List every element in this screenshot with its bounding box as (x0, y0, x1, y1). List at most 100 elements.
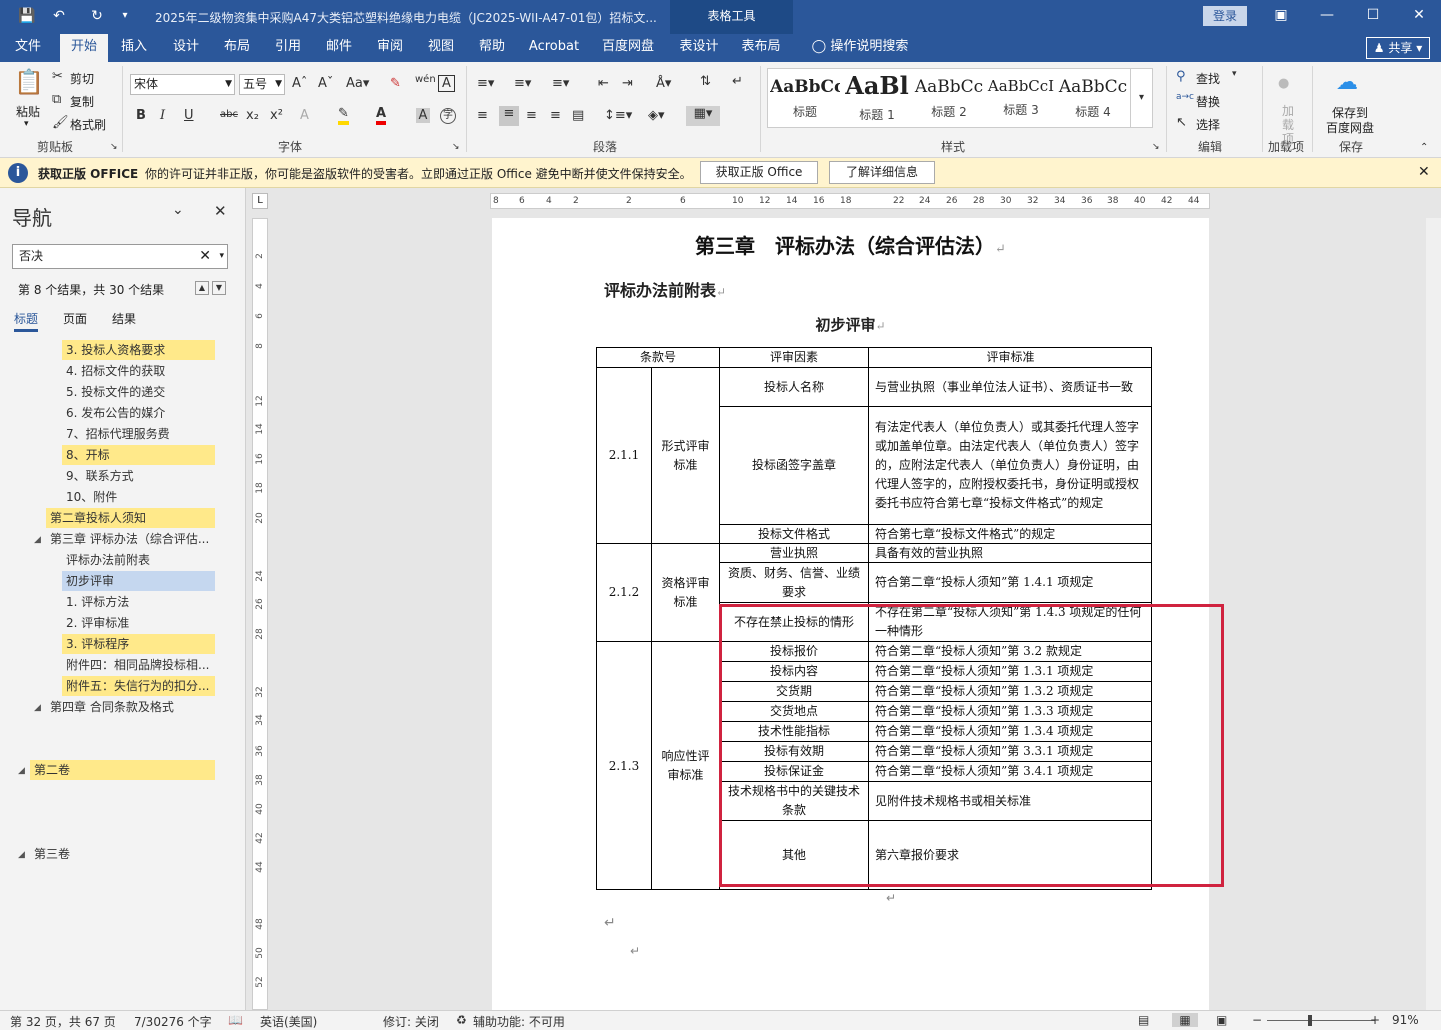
save-icon[interactable]: 💾 (16, 6, 38, 26)
tab-pages[interactable]: 页面 (63, 310, 87, 327)
nav-heading-item[interactable]: 3. 投标人资格要求 (62, 340, 215, 360)
chinese-layout-icon[interactable]: Å▾ (656, 76, 671, 91)
vertical-ruler[interactable]: 2 4 6 8 12 14 16 18 20 24 26 28 32 34 36… (252, 218, 268, 1010)
previous-result-icon[interactable]: ▲ (195, 281, 209, 295)
vertical-scrollbar[interactable] (1426, 218, 1441, 1010)
nav-heading-item[interactable]: 8、开标 (62, 445, 215, 465)
baidu-netdisk-label[interactable]: 百度网盘 (1326, 119, 1374, 136)
proofing-icon[interactable]: 📖 (228, 1013, 243, 1027)
dialog-launcher-icon[interactable]: ↘ (110, 142, 118, 152)
zoom-level[interactable]: 91% (1392, 1013, 1419, 1027)
subscript-icon[interactable]: x₂ (246, 108, 259, 123)
redo-icon[interactable]: ↻ (86, 6, 108, 26)
distributed-icon[interactable]: ▤ (572, 108, 584, 123)
font-name-combo[interactable]: 宋体 ▼ (130, 74, 235, 95)
copy-button[interactable]: 复制 (70, 93, 94, 110)
tab-view[interactable]: 视图 (421, 34, 461, 62)
style-title[interactable]: AaBbCc 标题 (770, 69, 840, 127)
tab-design[interactable]: 设计 (166, 34, 206, 62)
nav-heading-item[interactable]: 2. 评审标准 (62, 613, 215, 633)
phonetic-guide-icon[interactable]: wén (415, 74, 436, 85)
accessibility-status[interactable]: 辅助功能: 不可用 (473, 1013, 565, 1030)
nav-heading-item[interactable]: 5. 投标文件的递交 (62, 382, 215, 402)
strikethrough-icon[interactable]: abc (220, 109, 238, 120)
font-color-icon[interactable]: A (376, 106, 387, 125)
nav-heading-item[interactable]: 4. 招标文件的获取 (62, 361, 215, 381)
shading-icon[interactable]: ◈▾ (648, 108, 665, 123)
tab-headings[interactable]: 标题 (14, 310, 39, 332)
clear-format-icon[interactable]: ✎ (390, 76, 401, 91)
nav-heading-item[interactable]: 附件五：失信行为的扣分... (62, 676, 215, 696)
sort-icon[interactable]: ⇅ (700, 74, 711, 89)
web-layout-icon[interactable]: ▣ (1216, 1013, 1227, 1027)
tab-home[interactable]: 开始 (60, 34, 108, 62)
dialog-launcher-icon[interactable]: ↘ (1152, 142, 1160, 152)
next-result-icon[interactable]: ▼ (212, 281, 226, 295)
login-button[interactable]: 登录 (1203, 6, 1247, 26)
language[interactable]: 英语(美国) (260, 1013, 317, 1030)
close-icon[interactable]: ✕ (1396, 0, 1441, 30)
nav-heading-item[interactable]: 第二卷 (30, 760, 215, 780)
styles-more-icon[interactable]: ▾ (1130, 69, 1152, 127)
numbering-icon[interactable]: ≡▾ (514, 76, 531, 91)
nav-heading-item[interactable]: 3. 评标程序 (62, 634, 215, 654)
nav-heading-item[interactable]: 1. 评标方法 (62, 592, 215, 612)
shrink-font-icon[interactable]: Aˇ (318, 76, 333, 91)
tab-insert[interactable]: 插入 (114, 34, 154, 62)
underline-icon[interactable]: U (184, 108, 194, 123)
decrease-indent-icon[interactable]: ⇤ (598, 76, 609, 91)
search-options-icon[interactable]: ▾ (219, 245, 224, 268)
learn-more-button[interactable]: 了解详细信息 (829, 161, 935, 184)
nav-heading-item[interactable]: 第二章投标人须知 (46, 508, 215, 528)
track-changes-status[interactable]: 修订: 关闭 (383, 1013, 439, 1030)
tab-table-design[interactable]: 表设计 (674, 34, 724, 62)
superscript-icon[interactable]: x² (270, 108, 283, 123)
minimize-icon[interactable]: — (1304, 0, 1350, 30)
bold-icon[interactable]: B (136, 108, 146, 123)
style-heading-3[interactable]: AaBbCcI 标题 3 (986, 69, 1056, 127)
nav-heading-item[interactable]: 第三章 评标办法（综合评估... (46, 529, 215, 549)
grow-font-icon[interactable]: Aˆ (292, 76, 307, 91)
print-layout-icon[interactable]: ▦ (1172, 1013, 1198, 1027)
show-marks-icon[interactable]: ↵ (732, 74, 743, 89)
nav-heading-item[interactable]: 第四章 合同条款及格式 (46, 697, 215, 717)
collapse-triangle-icon[interactable]: ◢ (18, 766, 25, 776)
cut-button[interactable]: 剪切 (70, 70, 94, 87)
word-count[interactable]: 7/30276 个字 (134, 1013, 212, 1030)
tab-file[interactable]: 文件 (6, 34, 50, 62)
tab-references[interactable]: 引用 (268, 34, 308, 62)
collapse-ribbon-icon[interactable]: ⌃ (1420, 142, 1428, 153)
tab-acrobat[interactable]: Acrobat (526, 34, 582, 62)
zoom-in-icon[interactable]: + (1370, 1013, 1380, 1027)
tab-results[interactable]: 结果 (112, 310, 136, 327)
chevron-down-icon[interactable]: ▾ (1232, 69, 1237, 79)
dialog-launcher-icon[interactable]: ↘ (452, 142, 460, 152)
zoom-out-icon[interactable]: − (1252, 1013, 1262, 1027)
customize-toolbar-icon[interactable]: ▾ (114, 6, 136, 26)
nav-heading-item[interactable]: 附件四：相同品牌投标相... (62, 655, 215, 675)
chevron-down-icon[interactable]: ⌄ (172, 202, 184, 218)
close-icon[interactable]: ✕ (1418, 164, 1430, 180)
align-center-icon[interactable]: ≡ (499, 106, 519, 126)
char-border-icon[interactable]: A (438, 75, 455, 92)
justify-icon[interactable]: ≡ (550, 108, 561, 123)
style-heading-2[interactable]: AaBbCc 标题 2 (914, 69, 984, 127)
undo-icon[interactable]: ↶ (48, 6, 70, 26)
ribbon-display-icon[interactable]: ▣ (1258, 0, 1304, 30)
format-painter-button[interactable]: 格式刷 (70, 116, 106, 133)
tab-table-layout[interactable]: 表布局 (736, 34, 786, 62)
italic-icon[interactable]: I (160, 108, 165, 123)
tab-mailings[interactable]: 邮件 (319, 34, 359, 62)
zoom-slider[interactable] (1267, 1020, 1375, 1021)
collapse-triangle-icon[interactable]: ◢ (34, 535, 41, 545)
style-heading-4[interactable]: AaBbCc 标题 4 (1058, 69, 1128, 127)
tab-baidu[interactable]: 百度网盘 (598, 34, 658, 62)
highlight-icon[interactable]: ✎ (338, 106, 349, 125)
zoom-slider-thumb[interactable] (1308, 1015, 1312, 1026)
horizontal-ruler[interactable]: 8 6 4 2 2 6 10 12 14 16 18 22 24 26 28 3… (490, 193, 1210, 209)
align-left-icon[interactable]: ≡ (477, 108, 488, 123)
nav-heading-item[interactable]: 第三卷 (30, 844, 215, 864)
tab-review[interactable]: 审阅 (370, 34, 410, 62)
tell-me-search[interactable]: ◯ 操作说明搜索 (806, 34, 914, 62)
read-mode-icon[interactable]: ▤ (1138, 1013, 1149, 1027)
